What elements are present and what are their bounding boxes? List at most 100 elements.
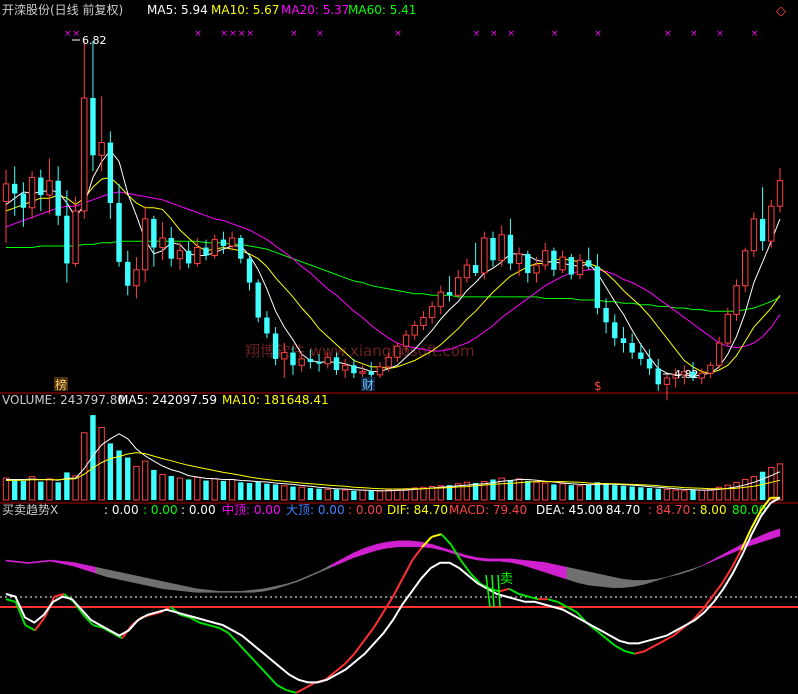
ind-v2: : 0.00 (143, 503, 178, 517)
candle-body (38, 177, 44, 196)
indicator-segment (208, 624, 220, 629)
ma60-path (6, 240, 781, 312)
candle-body (568, 257, 574, 275)
candle-body (603, 308, 609, 323)
volume-bar (638, 487, 644, 500)
candle-body (151, 218, 157, 248)
cai-marker[interactable]: 财 (362, 378, 374, 392)
top-x-marker: × (316, 29, 324, 39)
volume-bar (281, 485, 288, 501)
candle-body (455, 277, 462, 296)
band-segment (263, 586, 276, 592)
volume-bar (368, 490, 374, 500)
candle-body (768, 205, 775, 242)
volume-bar (151, 469, 157, 500)
indicator-segment (392, 577, 404, 598)
volume-bar (776, 463, 784, 501)
band-segment (465, 554, 478, 561)
band-segment (510, 558, 523, 566)
candle-body (324, 356, 331, 365)
indicator-segment (605, 637, 617, 647)
band-segment (16, 560, 29, 564)
band-segment (140, 576, 153, 587)
price-header: 开滦股份(日线 前复权) MA5: 5.94 MA10: 5.67 MA20: … (2, 2, 786, 19)
candle-body (341, 364, 349, 371)
volume-bar (629, 486, 635, 500)
indicator-segment (440, 533, 452, 546)
volume-bar (663, 488, 671, 501)
volume-bar (307, 487, 314, 500)
volume-bar (620, 485, 627, 500)
bang-marker[interactable]: 榜 (55, 377, 67, 392)
candle-body (298, 358, 305, 366)
candle-body (525, 253, 531, 273)
indicator-segment (227, 632, 239, 645)
candle-body (463, 264, 471, 279)
band-segment (39, 559, 52, 563)
top-x-marker: × (238, 29, 246, 39)
volume-bar (125, 457, 131, 500)
candle-body (733, 285, 740, 315)
candle-body (428, 305, 436, 319)
band-segment (701, 559, 713, 567)
candle-body (211, 239, 218, 257)
band-segment (274, 583, 287, 590)
dollar-marker[interactable]: $ (594, 379, 602, 393)
volume-bar (38, 481, 44, 500)
ind-v4: : 0.00 (348, 503, 383, 517)
vol-ma10-readout: MA10: 181648.41 (222, 393, 329, 407)
indicator-segment (653, 639, 665, 647)
band-segment (252, 588, 265, 593)
candle-body (359, 371, 366, 374)
volume-bar (359, 489, 366, 501)
band-segment (297, 575, 310, 582)
candle-body (64, 215, 70, 264)
candle-body (394, 345, 401, 358)
volume-bar (603, 483, 609, 500)
indicator-segment (401, 559, 414, 579)
volume-bar (107, 443, 114, 500)
diamond-icon[interactable]: ◇ (776, 4, 786, 19)
vol-ma5-path (6, 433, 781, 492)
candle-body (750, 218, 758, 252)
candle-body (141, 218, 149, 271)
volume-bar (341, 489, 349, 501)
candle-body (220, 239, 227, 246)
band-segment (589, 571, 601, 587)
candle-body (437, 291, 445, 307)
volume-bar (203, 480, 209, 500)
volume-bar (194, 476, 201, 501)
top-x-marker: × (247, 29, 255, 39)
candle-body (498, 234, 505, 261)
indicator-segment (237, 642, 249, 655)
band-segment (73, 562, 85, 570)
volume-bar (612, 485, 618, 500)
volume-bar (698, 489, 705, 501)
band-segment (555, 564, 568, 580)
volume-bar (290, 486, 296, 500)
volume-bar (533, 481, 540, 501)
candle-body (646, 358, 653, 369)
band-segment (712, 553, 725, 562)
indicator-segment (711, 583, 723, 598)
candle-body (402, 334, 410, 347)
indicator-segment (24, 624, 36, 632)
volume-bar (298, 486, 305, 501)
band-segment (129, 574, 141, 585)
volume-bar (742, 478, 749, 501)
candle-body (55, 180, 61, 216)
candle-body (185, 250, 192, 264)
candle-body (238, 238, 244, 259)
volume-bar (2, 477, 10, 501)
ma20-line (5, 191, 781, 352)
volume-bar (46, 478, 53, 501)
band-segment (364, 544, 377, 555)
band-segment (353, 547, 366, 558)
volume-bars (2, 415, 784, 501)
volume-bar (316, 488, 322, 500)
volume-bar (211, 478, 218, 501)
top-x-marker: × (194, 29, 202, 39)
volume-bar (141, 460, 149, 501)
top-x-marker: × (751, 29, 759, 39)
volume-bar (185, 479, 192, 500)
